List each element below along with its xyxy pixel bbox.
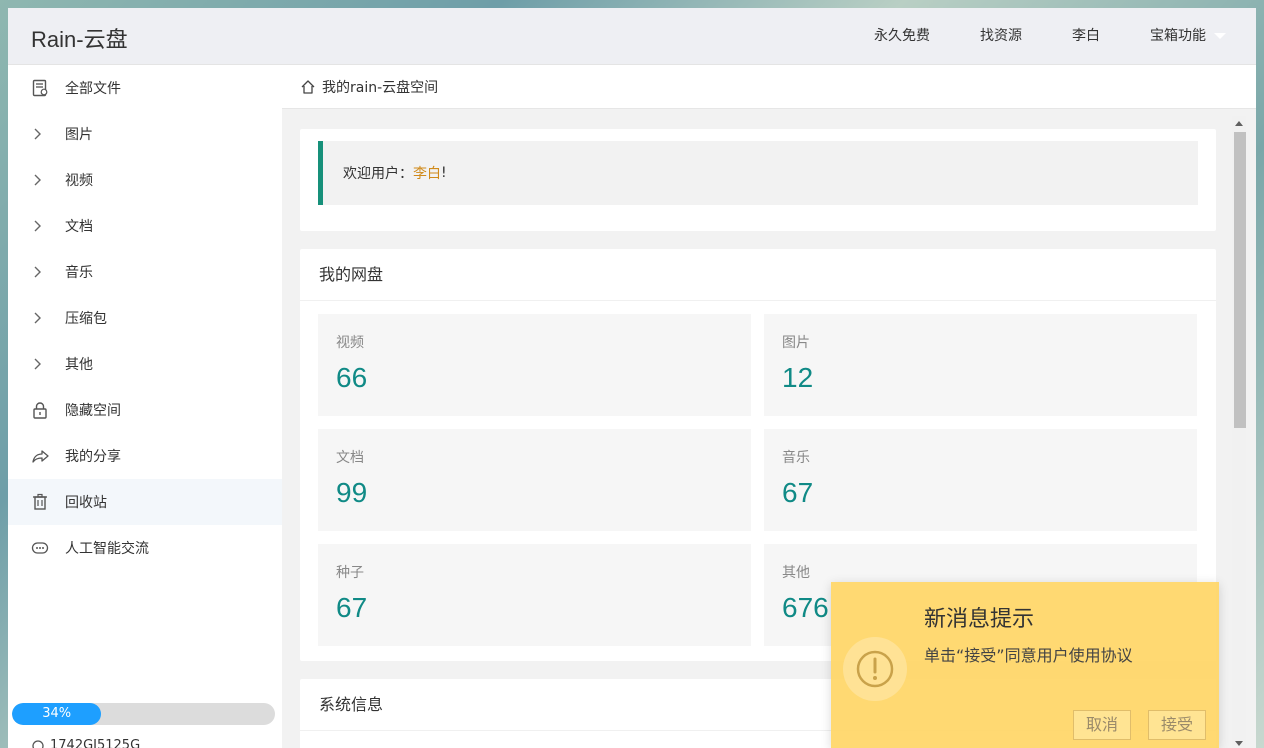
scroll-thumb[interactable]	[1234, 132, 1246, 428]
stat-value: 66	[336, 362, 368, 393]
scroll-down-arrow-icon[interactable]	[1235, 741, 1243, 746]
sidebar-item-label: 全部文件	[65, 81, 121, 97]
breadcrumb: 我的rain-云盘空间	[282, 65, 1256, 109]
toast-title: 新消息提示	[924, 607, 1035, 632]
sidebar-item-label: 图片	[65, 127, 93, 143]
sidebar-item-label: 文档	[65, 219, 93, 235]
sidebar-item-all-files[interactable]: 全部文件	[8, 65, 282, 111]
storage-usage: 1742GI5125G	[30, 737, 140, 748]
stat-value: 67	[336, 592, 368, 623]
sidebar-item-label: 视频	[65, 173, 93, 189]
welcome-prefix: 欢迎用户：	[343, 166, 413, 182]
top-nav: 永久免费 找资源 李白 宝箱功能	[849, 8, 1256, 65]
stat-videos[interactable]: 视频 66	[318, 314, 751, 416]
warning-icon	[843, 637, 907, 701]
sidebar-item-documents[interactable]: 文档	[8, 203, 282, 249]
main-scrollbar[interactable]	[1232, 116, 1246, 748]
share-icon	[30, 446, 50, 466]
stat-label: 视频	[336, 335, 364, 351]
chat-icon	[30, 538, 50, 558]
sidebar: 全部文件 图片 视频 文档 音乐 压缩包 其他 隐藏空间 我的分享 回收站 人工…	[8, 65, 282, 748]
home-icon[interactable]	[300, 79, 316, 95]
sidebar-item-other[interactable]: 其他	[8, 341, 282, 387]
chevron-right-icon	[30, 308, 50, 328]
chevron-right-icon	[30, 124, 50, 144]
brand-logo[interactable]: Rain-云盘	[31, 22, 128, 54]
accept-button[interactable]: 接受	[1148, 710, 1207, 740]
sidebar-item-hidden-space[interactable]: 隐藏空间	[8, 387, 282, 433]
sidebar-item-archives[interactable]: 压缩包	[8, 295, 282, 341]
stat-value: 67	[782, 477, 814, 508]
my-disk-title: 我的网盘	[300, 249, 1216, 301]
chevron-right-icon	[30, 262, 50, 282]
storage-progress-bar: 34%	[12, 703, 275, 725]
stat-music[interactable]: 音乐 67	[764, 429, 1197, 531]
sidebar-item-label: 回收站	[65, 495, 107, 511]
scroll-up-arrow-icon[interactable]	[1235, 121, 1243, 126]
sidebar-item-label: 压缩包	[65, 311, 107, 327]
sidebar-item-videos[interactable]: 视频	[8, 157, 282, 203]
stat-documents[interactable]: 文档 99	[318, 429, 751, 531]
toast-message: 单击“接受”同意用户使用协议	[924, 646, 1133, 665]
sidebar-item-images[interactable]: 图片	[8, 111, 282, 157]
sidebar-item-my-share[interactable]: 我的分享	[8, 433, 282, 479]
stat-value: 12	[782, 362, 814, 393]
stat-value: 99	[336, 477, 368, 508]
sidebar-item-label: 隐藏空间	[65, 403, 121, 419]
storage-usage-text: 1742GI5125G	[50, 737, 141, 748]
welcome-username: 李白	[413, 166, 441, 182]
nav-item-treasure-label: 宝箱功能	[1150, 28, 1206, 44]
stat-label: 文档	[336, 450, 364, 466]
lock-icon	[30, 400, 50, 420]
trash-icon	[30, 492, 50, 512]
stat-label: 音乐	[782, 450, 810, 466]
stat-label: 图片	[782, 335, 810, 351]
chevron-right-icon	[30, 216, 50, 236]
sidebar-item-label: 音乐	[65, 265, 93, 281]
stat-images[interactable]: 图片 12	[764, 314, 1197, 416]
chevron-right-icon	[30, 170, 50, 190]
sidebar-item-ai-chat[interactable]: 人工智能交流	[8, 525, 282, 571]
nav-item-user[interactable]: 李白	[1047, 8, 1125, 65]
notification-toast: 新消息提示 单击“接受”同意用户使用协议 取消 接受	[831, 582, 1219, 748]
cloud-icon	[32, 740, 44, 748]
sidebar-item-label: 人工智能交流	[65, 541, 149, 557]
sidebar-item-label: 其他	[65, 357, 93, 373]
chevron-right-icon	[30, 354, 50, 374]
sidebar-item-music[interactable]: 音乐	[8, 249, 282, 295]
welcome-card: 欢迎用户： 李白 !	[300, 129, 1216, 231]
caret-down-icon	[1214, 33, 1226, 39]
cancel-button[interactable]: 取消	[1073, 710, 1132, 740]
file-icon	[30, 78, 50, 98]
breadcrumb-label[interactable]: 我的rain-云盘空间	[322, 77, 438, 97]
welcome-suffix: !	[441, 165, 447, 181]
nav-item-free[interactable]: 永久免费	[849, 8, 955, 65]
stat-label: 种子	[336, 565, 364, 581]
top-header: Rain-云盘 永久免费 找资源 李白 宝箱功能	[8, 8, 1256, 65]
welcome-message: 欢迎用户： 李白 !	[318, 141, 1198, 205]
sidebar-item-label: 我的分享	[65, 449, 121, 465]
stat-label: 其他	[782, 565, 810, 581]
sidebar-item-recycle-bin[interactable]: 回收站	[8, 479, 282, 525]
storage-progress-fill: 34%	[12, 703, 102, 725]
stat-torrents[interactable]: 种子 67	[318, 544, 751, 646]
nav-item-find-resources[interactable]: 找资源	[955, 8, 1047, 65]
nav-item-treasure[interactable]: 宝箱功能	[1125, 8, 1256, 65]
